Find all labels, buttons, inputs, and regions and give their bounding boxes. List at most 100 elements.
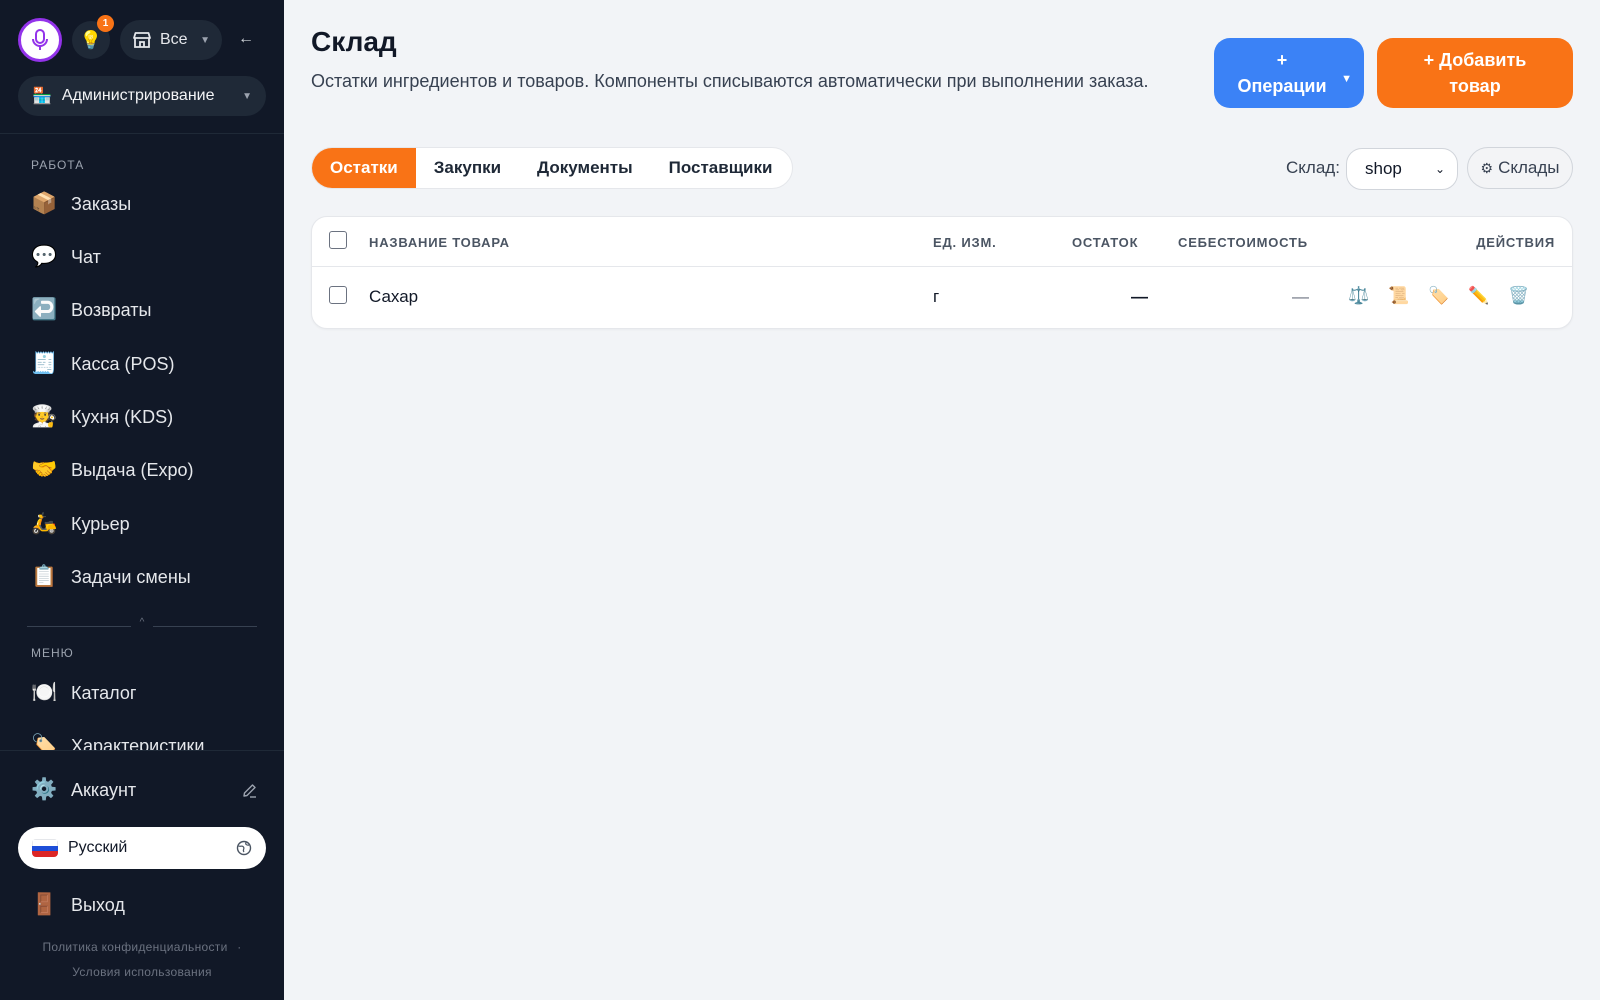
sidebar-item-orders[interactable]: 📦 Заказы bbox=[18, 181, 266, 227]
column-header-name[interactable]: НАЗВАНИЕ ТОВАРА bbox=[369, 235, 510, 250]
warehouse-select-value: shop bbox=[1365, 159, 1402, 178]
tab-purchases[interactable]: Закупки bbox=[416, 148, 519, 188]
chevron-down-icon: ⌄ bbox=[1434, 162, 1445, 176]
tips-button[interactable]: 💡 1 bbox=[72, 15, 114, 59]
door-icon: 🚪 bbox=[31, 893, 58, 916]
return-arrow-icon: ↩️ bbox=[31, 298, 58, 321]
sidebar-item-label: Кухня (KDS) bbox=[71, 406, 174, 427]
tab-documents[interactable]: Документы bbox=[519, 148, 651, 188]
operations-button-plus: + bbox=[1276, 50, 1288, 70]
microphone-icon bbox=[32, 29, 48, 50]
row-checkbox[interactable] bbox=[329, 286, 347, 304]
scroll-icon[interactable]: 📜 bbox=[1387, 286, 1411, 306]
account-label: Аккаунт bbox=[71, 779, 137, 800]
mode-select-label: Администрирование bbox=[61, 87, 215, 104]
separator-line bbox=[27, 626, 131, 627]
logout-link[interactable]: 🚪 Выход bbox=[18, 882, 266, 928]
column-header-unit[interactable]: ЕД. ИЗМ. bbox=[933, 235, 996, 250]
gear-icon: ⚙ bbox=[1480, 159, 1494, 176]
sidebar-item-label: Характеристики bbox=[71, 735, 205, 751]
package-icon: 📦 bbox=[31, 192, 58, 215]
mode-select[interactable]: 🏪 Администрирование ▼ bbox=[18, 76, 266, 116]
collapse-sidebar-button[interactable]: ← bbox=[238, 30, 258, 50]
globe-icon bbox=[236, 840, 252, 856]
sidebar-item-attributes[interactable]: 🏷️ Характеристики bbox=[18, 723, 266, 750]
trash-icon[interactable]: 🗑️ bbox=[1507, 286, 1531, 306]
language-label: Русский bbox=[68, 839, 128, 856]
shop-icon: 🏪 bbox=[32, 88, 52, 105]
sidebar: 💡 1 Все ▼ ← 🏪 Администрирование ▼ РАБОТА… bbox=[0, 0, 284, 1000]
scooter-icon: 🛵 bbox=[31, 512, 58, 535]
tag-icon[interactable]: 🏷️ bbox=[1427, 286, 1451, 306]
sidebar-item-returns[interactable]: ↩️ Возвраты bbox=[18, 287, 266, 333]
chevron-down-icon: ▼ bbox=[242, 90, 252, 102]
group-collapse-toggle[interactable]: ^ bbox=[27, 617, 257, 632]
terms-link[interactable]: Условия использования bbox=[0, 965, 284, 979]
warehouses-button[interactable]: ⚙ Склады bbox=[1467, 147, 1573, 189]
lightbulb-icon: 💡 bbox=[79, 29, 103, 50]
column-header-cost[interactable]: СЕБЕСТОИМОСТЬ bbox=[1178, 235, 1308, 250]
sidebar-footer: ⚙️ Аккаунт Русский 🚪 Выход Политика конф… bbox=[0, 750, 284, 1000]
add-product-button-line2: товар bbox=[1449, 76, 1501, 96]
section-label-menu: МЕНЮ bbox=[31, 646, 74, 660]
clipboard-icon: 📋 bbox=[31, 565, 58, 588]
sidebar-topbar: 💡 1 Все ▼ ← bbox=[18, 15, 268, 62]
chevron-down-icon: ▼ bbox=[1341, 73, 1352, 85]
legal-links-row: Политика конфиденциальности · bbox=[0, 940, 284, 954]
store-filter-label: Все bbox=[160, 31, 188, 48]
handshake-icon: 🤝 bbox=[31, 458, 58, 481]
warehouse-select-label: Склад: bbox=[1286, 158, 1340, 177]
privacy-policy-link[interactable]: Политика конфиденциальности bbox=[42, 940, 227, 954]
tab-stock[interactable]: Остатки bbox=[312, 148, 416, 188]
sidebar-item-pos[interactable]: 🧾 Касса (POS) bbox=[18, 341, 266, 387]
table-row: Сахар г — — ⚖️ 📜 🏷️ ✏️ 🗑️ bbox=[312, 267, 1572, 330]
warehouse-select[interactable]: shop ⌄ bbox=[1346, 148, 1458, 190]
receipt-icon: 🧾 bbox=[31, 352, 58, 375]
cook-icon: 🧑‍🍳 bbox=[31, 405, 58, 428]
store-filter-button[interactable]: Все ▼ bbox=[120, 20, 222, 60]
edit-icon[interactable] bbox=[241, 782, 258, 799]
sidebar-item-label: Выдача (Expo) bbox=[71, 459, 194, 480]
plate-icon: 🍽️ bbox=[31, 681, 58, 704]
logout-label: Выход bbox=[71, 894, 125, 915]
add-product-button-line1: + Добавить bbox=[1423, 50, 1527, 70]
sidebar-item-shift-tasks[interactable]: 📋 Задачи смены bbox=[18, 554, 266, 600]
account-link[interactable]: ⚙️ Аккаунт bbox=[18, 767, 266, 813]
select-all-checkbox[interactable] bbox=[329, 231, 347, 249]
voice-button[interactable] bbox=[18, 18, 62, 62]
pencil-icon[interactable]: ✏️ bbox=[1467, 286, 1491, 306]
column-header-actions: ДЕЙСТВИЯ bbox=[1476, 235, 1555, 250]
sidebar-item-kds[interactable]: 🧑‍🍳 Кухня (KDS) bbox=[18, 394, 266, 440]
gear-icon: ⚙️ bbox=[31, 778, 58, 801]
speech-bubble-icon: 💬 bbox=[31, 245, 58, 268]
product-cost: — bbox=[1292, 287, 1309, 306]
tag-icon: 🏷️ bbox=[31, 734, 58, 750]
main-content: Склад Остатки ингредиентов и товаров. Ко… bbox=[284, 0, 1600, 1000]
operations-button-label: Операции bbox=[1237, 76, 1327, 96]
legal-separator: · bbox=[237, 940, 242, 954]
sidebar-item-label: Курьер bbox=[71, 513, 130, 534]
table-header: НАЗВАНИЕ ТОВАРА ЕД. ИЗМ. ОСТАТОК СЕБЕСТО… bbox=[312, 217, 1572, 267]
scales-icon[interactable]: ⚖️ bbox=[1347, 286, 1371, 306]
add-product-button[interactable]: + Добавить товар bbox=[1377, 38, 1573, 108]
sidebar-item-chat[interactable]: 💬 Чат bbox=[18, 234, 266, 280]
sidebar-item-label: Заказы bbox=[71, 193, 132, 214]
section-label-work: РАБОТА bbox=[31, 158, 85, 172]
notification-badge: 1 bbox=[97, 15, 114, 32]
sidebar-item-label: Чат bbox=[71, 246, 101, 267]
sidebar-item-label: Касса (POS) bbox=[71, 353, 175, 374]
sidebar-item-catalog[interactable]: 🍽️ Каталог bbox=[18, 670, 266, 716]
operations-button[interactable]: + Операции ▼ bbox=[1214, 38, 1364, 108]
language-select[interactable]: Русский bbox=[18, 827, 266, 869]
page-title: Склад bbox=[311, 26, 397, 57]
sidebar-item-courier[interactable]: 🛵 Курьер bbox=[18, 501, 266, 547]
tab-suppliers[interactable]: Поставщики bbox=[651, 148, 791, 188]
product-name[interactable]: Сахар bbox=[369, 287, 418, 307]
store-icon bbox=[133, 32, 151, 48]
column-header-stock[interactable]: ОСТАТОК bbox=[1072, 235, 1138, 250]
sidebar-item-label: Возвраты bbox=[71, 299, 152, 320]
product-stock: — bbox=[1131, 287, 1148, 306]
sidebar-nav[interactable]: РАБОТА 📦 Заказы 💬 Чат ↩️ Возвраты 🧾 Касс… bbox=[0, 134, 284, 750]
sidebar-item-expo[interactable]: 🤝 Выдача (Expo) bbox=[18, 447, 266, 493]
chevron-down-icon: ▼ bbox=[200, 34, 210, 46]
